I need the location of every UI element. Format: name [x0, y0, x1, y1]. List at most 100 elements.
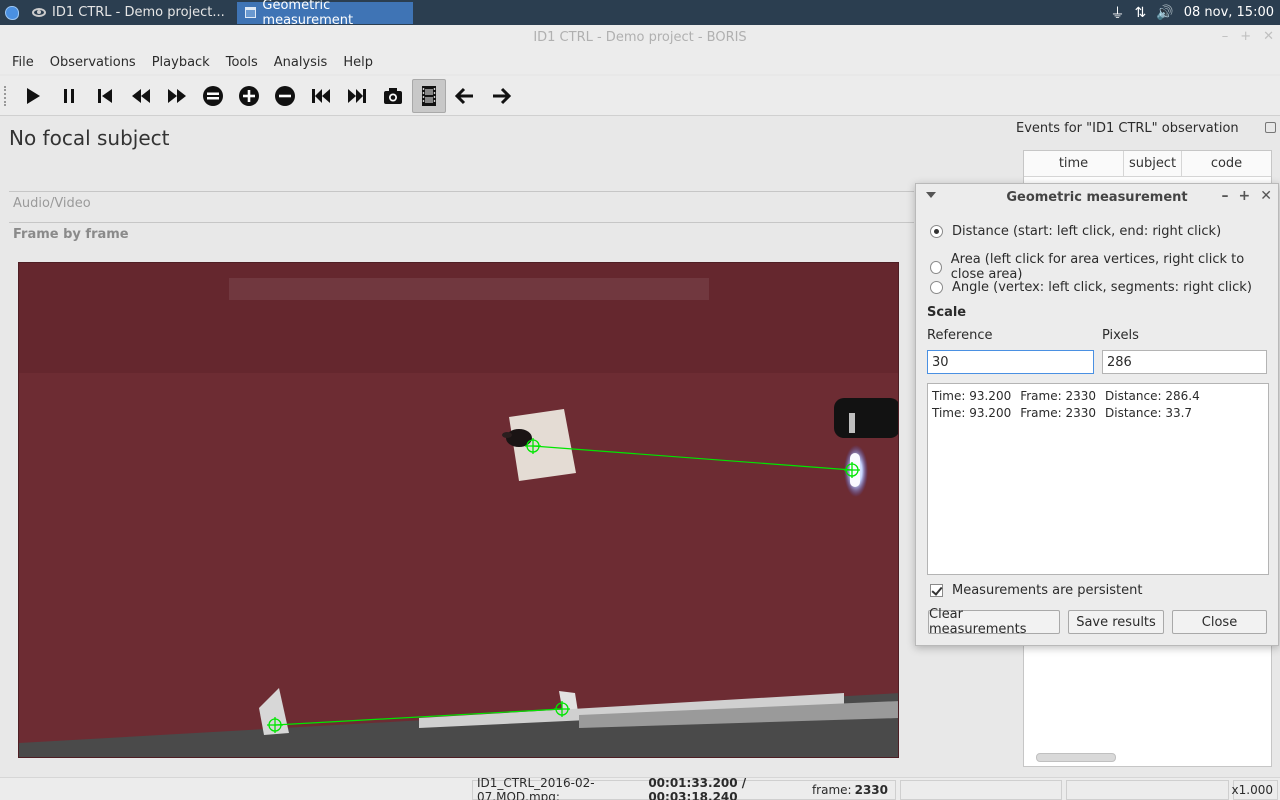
result-frame: Frame: 2330: [1020, 406, 1097, 420]
column-time[interactable]: time: [1024, 151, 1124, 176]
status-cell: [1066, 780, 1229, 800]
close-icon[interactable]: ✕: [1263, 29, 1274, 44]
window-menu-icon[interactable]: [926, 192, 936, 198]
result-line: Time: 93.200 Frame: 2330 Distance: 286.4: [932, 388, 1264, 405]
volume-icon[interactable]: 🔊: [1156, 5, 1173, 21]
system-tray: ⏚ ⇅ 🔊 08 nov, 15:00: [1111, 3, 1280, 23]
play-icon: [27, 87, 40, 104]
status-frame: 2330: [854, 783, 888, 797]
task-boris-main[interactable]: ID1 CTRL - Demo project...: [24, 2, 233, 24]
fast-forward-button[interactable]: [160, 79, 194, 113]
arrow-right-icon: [493, 87, 512, 104]
result-line: Time: 93.200 Frame: 2330 Distance: 33.7: [932, 405, 1264, 422]
maximize-icon[interactable]: +: [1239, 188, 1251, 204]
result-frame: Frame: 2330: [1020, 389, 1097, 403]
speed-up-button[interactable]: [232, 79, 266, 113]
status-file-info: ID1_CTRL_2016-02-07.MOD.mpg: 00:01:33.20…: [472, 776, 896, 800]
menu-playback[interactable]: Playback: [144, 55, 218, 70]
dialog-titlebar[interactable]: Geometric measurement – + ✕: [916, 184, 1278, 211]
persistent-checkbox-row[interactable]: Measurements are persistent: [930, 583, 1143, 598]
skip-back-button[interactable]: [88, 79, 122, 113]
film-icon: [422, 85, 436, 106]
pause-icon: [64, 88, 74, 103]
clear-measurements-button[interactable]: Clear measurements: [928, 607, 1060, 637]
next-frame-button[interactable]: [484, 79, 518, 113]
float-dock-icon[interactable]: [1265, 122, 1276, 133]
minimize-icon[interactable]: –: [1222, 29, 1229, 44]
camera-icon: [384, 87, 402, 104]
toolbar: [0, 76, 1280, 116]
maximize-icon[interactable]: +: [1240, 29, 1251, 44]
video-canvas[interactable]: [19, 263, 899, 758]
play-button[interactable]: [16, 79, 50, 113]
video-frame[interactable]: [18, 262, 899, 758]
task-label: Geometric measurement: [262, 0, 354, 28]
insect: [506, 429, 532, 447]
reset-speed-button[interactable]: [196, 79, 230, 113]
results-text-area[interactable]: Time: 93.200 Frame: 2330 Distance: 286.4 T…: [927, 383, 1269, 575]
minimize-icon[interactable]: –: [1222, 188, 1229, 204]
task-label: ID1 CTRL - Demo project...: [52, 5, 225, 20]
events-dock-title: Events for "ID1 CTRL" observation: [1016, 121, 1239, 136]
audio-video-tab[interactable]: Audio/Video: [13, 196, 91, 211]
pixels-label: Pixels: [1102, 328, 1139, 343]
status-file: ID1_CTRL_2016-02-07.MOD.mpg:: [477, 776, 595, 800]
window-titlebar: ID1 CTRL - Demo project - BORIS – + ✕: [0, 25, 1280, 50]
menu-file[interactable]: File: [4, 55, 42, 70]
power-plug-icon[interactable]: ⏚: [1111, 3, 1125, 23]
clock[interactable]: 08 nov, 15:00: [1184, 5, 1274, 20]
close-button[interactable]: Close: [1172, 610, 1267, 634]
menu-tools[interactable]: Tools: [218, 55, 266, 70]
pixels-input[interactable]: [1102, 350, 1267, 374]
close-icon[interactable]: ✕: [1260, 188, 1272, 204]
taskbar: ID1 CTRL - Demo project... Geometric mea…: [0, 0, 1280, 28]
events-table-header: time subject code: [1024, 151, 1271, 177]
frame-by-frame-label: Frame by frame: [13, 227, 129, 242]
rewind-button[interactable]: [124, 79, 158, 113]
persistent-checkbox[interactable]: [930, 584, 943, 597]
slow-down-button[interactable]: [268, 79, 302, 113]
save-results-button[interactable]: Save results: [1068, 610, 1164, 634]
last-frame-button[interactable]: [340, 79, 374, 113]
start-menu-button[interactable]: [0, 0, 24, 25]
radio-area[interactable]: Area (left click for area vertices, righ…: [930, 252, 1278, 282]
menu-help[interactable]: Help: [335, 55, 381, 70]
column-subject[interactable]: subject: [1124, 151, 1182, 176]
horizontal-scrollbar[interactable]: [1036, 753, 1116, 762]
result-time: Time: 93.200: [932, 406, 1012, 420]
rewind-icon: [132, 88, 150, 103]
menu-observations[interactable]: Observations: [42, 55, 144, 70]
radio-indicator[interactable]: [930, 260, 942, 274]
geometric-measurement-dialog: Geometric measurement – + ✕ Distance (st…: [915, 183, 1279, 646]
menu-analysis[interactable]: Analysis: [266, 55, 336, 70]
reference-input[interactable]: [927, 350, 1094, 374]
frame-by-frame-button[interactable]: [412, 78, 446, 113]
radio-indicator[interactable]: [930, 225, 943, 238]
dialog-title: Geometric measurement: [1006, 190, 1188, 205]
task-geometric-measurement[interactable]: Geometric measurement: [236, 0, 413, 28]
toolbar-grip[interactable]: [4, 85, 10, 106]
previous-frame-button[interactable]: [448, 79, 482, 113]
arrow-left-icon: [454, 87, 473, 104]
radio-angle[interactable]: Angle (vertex: left click, segments: rig…: [930, 280, 1252, 295]
xfce-logo-icon: [5, 5, 19, 20]
status-bar: ID1_CTRL_2016-02-07.MOD.mpg: 00:01:33.20…: [0, 776, 1280, 800]
skip-back-icon: [98, 88, 112, 103]
pause-button[interactable]: [52, 79, 86, 113]
focal-subject-label: No focal subject: [9, 126, 170, 150]
last-frame-icon: [348, 88, 366, 103]
window-title: ID1 CTRL - Demo project - BORIS: [533, 30, 747, 45]
first-frame-icon: [312, 88, 330, 103]
snapshot-button[interactable]: [376, 79, 410, 113]
reference-label: Reference: [927, 328, 993, 343]
network-icon[interactable]: ⇅: [1135, 5, 1147, 21]
first-frame-button[interactable]: [304, 79, 338, 113]
minus-icon: [275, 85, 295, 106]
tape-strip: [229, 278, 709, 300]
result-time: Time: 93.200: [932, 389, 1012, 403]
result-distance: Distance: 286.4: [1105, 389, 1200, 403]
radio-distance[interactable]: Distance (start: left click, end: right …: [930, 224, 1221, 239]
radio-indicator[interactable]: [930, 281, 943, 294]
column-code[interactable]: code: [1182, 151, 1271, 176]
radio-label: Angle (vertex: left click, segments: rig…: [952, 280, 1252, 295]
